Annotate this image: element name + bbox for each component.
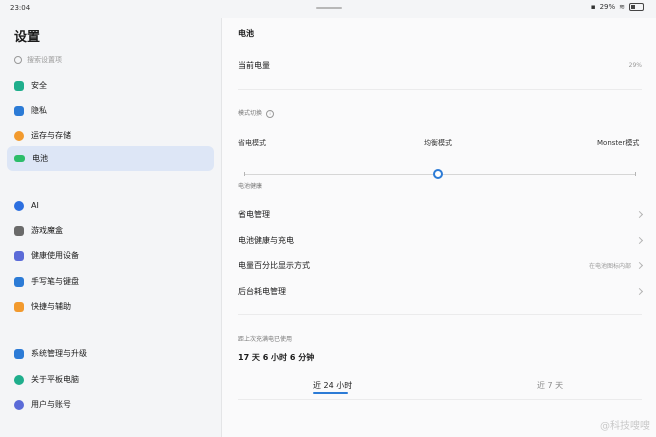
sidebar-item-shortcut[interactable]: 快捷与辅助: [7, 294, 214, 319]
shortcut-icon: [14, 301, 24, 312]
setting-label: 省电管理: [238, 210, 270, 219]
sidebar-item-label: 运存与存储: [31, 131, 71, 140]
since-charge-label: 距上次充满电已使用: [238, 336, 293, 343]
setting-label: 电量百分比显示方式: [238, 261, 310, 270]
sidebar-item-label: 系统管理与升级: [31, 349, 87, 358]
privacy-icon: [14, 105, 24, 116]
chevron-right-icon: [635, 210, 644, 219]
sidebar-item-storage[interactable]: 运存与存储: [7, 123, 214, 148]
tab-indicator: [313, 392, 348, 394]
setting-row-battery-health[interactable]: 电池健康与充电: [238, 235, 644, 246]
current-level-row: 当前电量 29%: [238, 60, 642, 71]
sidebar-item-label: 隐私: [31, 106, 47, 115]
mode-balanced[interactable]: 均衡模式: [424, 138, 452, 148]
battery-icon: [14, 155, 25, 162]
sidebar-item-label: 用户与账号: [31, 400, 71, 409]
mode-switch-label: 模式切换: [238, 110, 263, 117]
sidebar-item-label: 健康使用设备: [31, 251, 79, 260]
divider: [238, 314, 642, 315]
battery-settings-pane: 电池 当前电量 29% 模式切换 i 省电模式 均衡模式 Monster模式 电池…: [222, 18, 656, 437]
page-title: 设置: [14, 30, 41, 45]
status-time: 23:04: [10, 4, 31, 12]
chevron-right-icon: [635, 261, 644, 270]
about-icon: [14, 374, 24, 385]
system-icon: [14, 348, 24, 359]
pen-icon: [14, 276, 24, 287]
chevron-right-icon: [635, 287, 644, 296]
user-icon: [14, 399, 24, 410]
search-input[interactable]: 搜索设置项: [14, 55, 62, 65]
mode-slider-thumb[interactable]: [433, 169, 443, 179]
sidebar-item-ai[interactable]: AI: [7, 193, 214, 218]
sidebar-item-account[interactable]: 用户与账号: [7, 392, 214, 417]
slider-tick: [635, 172, 636, 176]
watermark: @科技嗖嗖: [600, 421, 650, 432]
battery-health-label: 电池健康: [238, 183, 263, 190]
divider: [238, 89, 642, 90]
mode-switch-section: 模式切换 i: [238, 108, 275, 118]
setting-label: 后台耗电管理: [238, 287, 286, 296]
current-level-label: 当前电量: [238, 61, 270, 70]
setting-row-percentage-display[interactable]: 电量百分比显示方式 在电池图标内部: [238, 260, 644, 271]
sidebar-item-label: 安全: [31, 81, 47, 90]
gamepad-icon: [14, 225, 24, 236]
sidebar-item-health[interactable]: 健康使用设备: [7, 243, 214, 268]
current-level-value: 29%: [628, 62, 642, 69]
sidebar-item-label: 游戏魔盒: [31, 226, 63, 235]
sidebar-item-security[interactable]: 安全: [7, 73, 214, 98]
setting-value: 在电池图标内部: [588, 263, 631, 270]
divider: [238, 399, 642, 400]
status-icons: ▪ 29% ≋: [591, 3, 644, 11]
sidebar-item-label: 关于平板电脑: [31, 375, 79, 384]
sidebar-item-label: AI: [31, 201, 39, 210]
sidebar-item-about[interactable]: 关于平板电脑: [7, 367, 214, 392]
sidebar-item-pen-keyboard[interactable]: 手写笔与键盘: [7, 269, 214, 294]
sidebar-item-label: 电池: [32, 154, 48, 163]
info-icon[interactable]: i: [266, 109, 275, 118]
drag-handle[interactable]: [316, 7, 342, 9]
tab-24h[interactable]: 近 24 小时: [313, 380, 352, 391]
mode-monster[interactable]: Monster模式: [597, 138, 639, 148]
slider-tick: [244, 172, 245, 176]
sidebar-item-label: 手写笔与键盘: [31, 277, 79, 286]
hourglass-icon: [14, 250, 24, 261]
mode-power-saving[interactable]: 省电模式: [238, 138, 266, 148]
notification-icon: ▪: [590, 3, 596, 11]
battery-percent: 29%: [599, 3, 616, 11]
since-charge-value: 17 天 6 小时 6 分钟: [238, 353, 315, 362]
setting-label: 电池健康与充电: [238, 236, 294, 245]
storage-icon: [14, 130, 24, 141]
setting-row-power-saving[interactable]: 省电管理: [238, 209, 644, 220]
sidebar-item-system[interactable]: 系统管理与升级: [7, 341, 214, 366]
setting-row-background-usage[interactable]: 后台耗电管理: [238, 286, 644, 297]
sidebar-item-privacy[interactable]: 隐私: [7, 98, 214, 123]
sidebar-item-game[interactable]: 游戏魔盒: [7, 218, 214, 243]
status-bar: 23:04 ▪ 29% ≋: [0, 0, 656, 18]
sidebar-item-label: 快捷与辅助: [31, 302, 71, 311]
wifi-icon: ≋: [619, 3, 625, 11]
sidebar: 设置 搜索设置项 安全 隐私 运存与存储 电池 AI 游戏魔盒 健康使用设备 手…: [0, 18, 221, 437]
search-placeholder: 搜索设置项: [27, 56, 62, 64]
chevron-right-icon: [635, 236, 644, 245]
sidebar-item-battery[interactable]: 电池: [7, 146, 214, 171]
battery-status-icon: [629, 3, 644, 11]
tab-7d[interactable]: 近 7 天: [537, 380, 563, 391]
ai-icon: [14, 200, 24, 211]
shield-icon: [14, 80, 24, 91]
pane-title: 电池: [238, 29, 254, 38]
search-icon: [14, 56, 22, 64]
